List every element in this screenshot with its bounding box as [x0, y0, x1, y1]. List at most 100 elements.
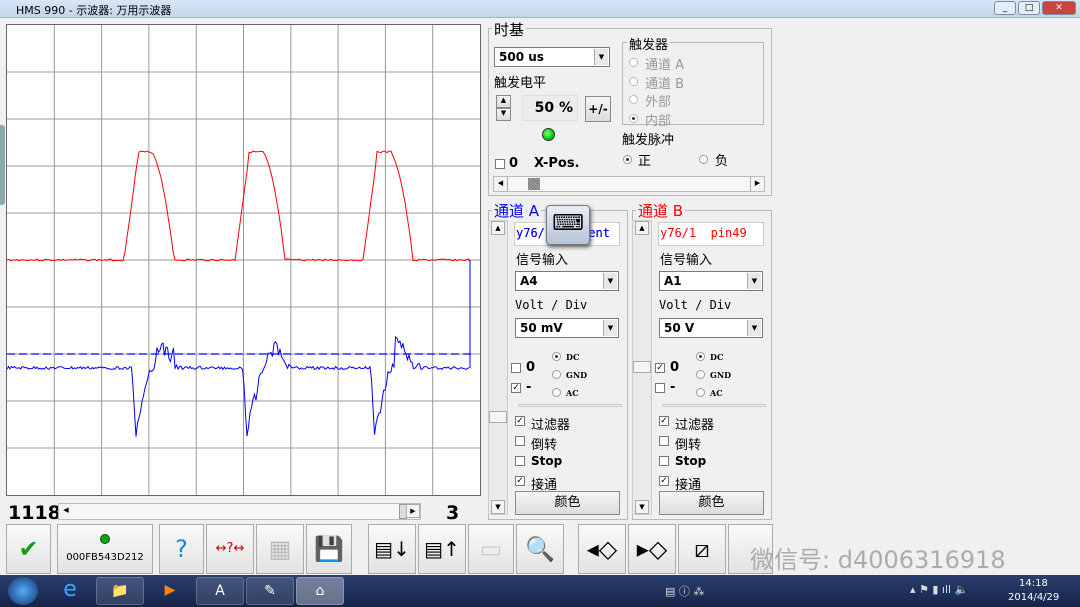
timebase-value: 500 us — [499, 50, 544, 64]
scroll-up-arrow[interactable]: ▲ — [491, 221, 505, 235]
scroll-down-arrow[interactable]: ▼ — [635, 500, 649, 514]
trigger-title: 触发器 — [627, 34, 671, 53]
taskbar: e 📁 ▶ A ✎ ⌂ ▤ ⓘ ⁂ ▴ ⚑ ▮ ıll 🔈 14:18 2014… — [0, 575, 1080, 607]
channel_b-stop-checkbox[interactable] — [659, 456, 669, 466]
pulse-positive-label: 正 — [638, 154, 652, 169]
channel_b-vdiv-select[interactable]: 50 V ▼ — [659, 318, 763, 338]
offset-thumb[interactable] — [489, 411, 507, 423]
channel_b-zero-checkbox[interactable]: ✓ — [655, 363, 665, 373]
diamond-right-icon: ▸◇ — [636, 535, 668, 563]
trigger-source-label: 外部 — [645, 95, 672, 110]
scroll-right-arrow[interactable]: ▶ — [406, 504, 420, 518]
trigger-source-radio[interactable] — [629, 113, 638, 123]
coupling-ac-radio[interactable] — [696, 388, 705, 397]
minimize-button[interactable]: _ — [994, 1, 1016, 15]
oscilloscope-display[interactable] — [6, 24, 481, 496]
tray-icons[interactable]: ▤ ⓘ ⁂ — [665, 583, 704, 599]
ok-check-button[interactable]: ✔ — [6, 524, 51, 574]
ie-icon[interactable]: e — [46, 577, 94, 605]
channel_a-vdiv-select[interactable]: 50 mV ▼ — [515, 318, 619, 338]
channel_a-input-select[interactable]: A4 ▼ — [515, 271, 619, 291]
waveform-canvas — [6, 25, 480, 495]
pulse-positive-radio[interactable] — [623, 155, 632, 164]
copy-image-button[interactable]: ▦ — [256, 524, 304, 574]
channel_a-filter-checkbox[interactable]: ✓ — [515, 416, 525, 426]
chevron-down-icon: ▼ — [594, 49, 608, 65]
offset-thumb[interactable] — [633, 361, 651, 373]
pulse-negative-radio[interactable] — [699, 155, 708, 164]
trigger-source-radio[interactable] — [629, 95, 638, 104]
xpos-label: X-Pos. — [534, 156, 580, 171]
coupling-gnd-radio[interactable] — [552, 370, 561, 379]
filter-label: 过滤器 — [531, 418, 571, 433]
coupling-ac-radio[interactable] — [552, 388, 561, 397]
level-down-button[interactable]: ▼ — [496, 108, 511, 121]
channel_a-connect-checkbox[interactable]: ✓ — [515, 476, 525, 486]
export-a-button[interactable]: ▤↓ — [368, 524, 416, 574]
timebase-select[interactable]: 500 us ▼ — [494, 47, 610, 67]
coupling-dc-radio[interactable] — [552, 352, 561, 361]
save-gif-button[interactable]: 💾 — [306, 524, 352, 574]
minus-label: - — [526, 380, 532, 395]
scroll-down-arrow[interactable]: ▼ — [491, 500, 505, 514]
coupling-gnd-radio[interactable] — [696, 370, 705, 379]
divider — [518, 404, 622, 407]
xpos-zero-label: 0 — [509, 156, 519, 171]
blank-page-button[interactable]: ▭ — [468, 524, 514, 574]
channel_b-connect-checkbox[interactable]: ✓ — [659, 476, 669, 486]
page-icon: ▭ — [479, 535, 503, 563]
start-button[interactable] — [8, 577, 38, 605]
close-button[interactable]: ✕ — [1042, 1, 1076, 15]
hms-app-icon[interactable]: ⌂ — [296, 577, 344, 605]
zoom-button[interactable]: 🔍 — [516, 524, 564, 574]
channel-b-trace — [6, 150, 470, 262]
channel_b-color-button[interactable]: 颜色 — [659, 491, 764, 515]
trigger-source-radio[interactable] — [629, 76, 638, 86]
channel_a-invert-checkbox[interactable] — [515, 436, 525, 446]
maximize-button[interactable]: □ — [1018, 1, 1040, 15]
shift-right-button[interactable]: ▸◇ — [628, 524, 676, 574]
system-tray[interactable]: ▴ ⚑ ▮ ıll 🔈 — [910, 583, 968, 596]
channel_a-minus-checkbox[interactable]: ✓ — [511, 383, 521, 393]
keyboard-icon[interactable]: ⌨ — [546, 205, 590, 245]
help-button[interactable]: ? — [159, 524, 204, 574]
media-player-icon[interactable]: ▶ — [146, 577, 194, 605]
wordpad-icon[interactable]: A — [196, 577, 244, 605]
side-tab[interactable] — [0, 125, 5, 205]
xpos-scrollbar[interactable]: ◀ ▶ — [493, 176, 765, 192]
plus-minus-button[interactable]: +/- — [585, 96, 611, 122]
explorer-icon[interactable]: 📁 — [96, 577, 144, 605]
channel_b-offset-scrollbar[interactable]: ▲ ▼ — [632, 220, 652, 515]
channel_a-offset-scrollbar[interactable]: ▲ ▼ — [488, 220, 508, 515]
coupling-dc-radio[interactable] — [696, 352, 705, 361]
channel_b-minus-checkbox[interactable] — [655, 383, 665, 393]
channel_b-input-select[interactable]: A1 ▼ — [659, 271, 763, 291]
device-status-button[interactable]: 000FB543D212 — [57, 524, 153, 574]
channel_a-color-button[interactable]: 颜色 — [515, 491, 620, 515]
trigger-source-label: 通道 A — [645, 58, 685, 73]
channel_b-invert-checkbox[interactable] — [659, 436, 669, 446]
export-down-icon: ▤↓ — [374, 537, 410, 561]
channel_a-stop-checkbox[interactable] — [515, 456, 525, 466]
trigger-source-radio[interactable] — [629, 58, 638, 67]
xpos-zero-checkbox[interactable] — [495, 159, 505, 169]
channel_a-input-label: 信号输入 — [516, 253, 569, 268]
channel_b-filter-checkbox[interactable]: ✓ — [659, 416, 669, 426]
trigger-level-label: 触发电平 — [494, 76, 547, 91]
measure-button[interactable]: ↔?↔ — [206, 524, 254, 574]
cursor-button[interactable]: ⧄ — [678, 524, 726, 574]
xpos-thumb[interactable] — [528, 178, 540, 190]
divider — [662, 404, 766, 407]
scroll-left-arrow[interactable]: ◀ — [59, 504, 73, 518]
level-up-button[interactable]: ▲ — [496, 95, 511, 108]
trigger-led-icon — [542, 128, 555, 141]
scroll-right-arrow[interactable]: ▶ — [750, 177, 764, 191]
scroll-up-arrow[interactable]: ▲ — [635, 221, 649, 235]
time-scrollbar[interactable]: ◀ ▶ — [58, 503, 421, 520]
app-04-icon[interactable]: ✎ — [246, 577, 294, 605]
export-b-button[interactable]: ▤↑ — [418, 524, 466, 574]
channel_b-name-field[interactable]: y76/1 pin49 — [658, 222, 764, 246]
channel_a-zero-checkbox[interactable] — [511, 363, 521, 373]
scroll-left-arrow[interactable]: ◀ — [494, 177, 508, 191]
shift-left-button[interactable]: ◂◇ — [578, 524, 626, 574]
